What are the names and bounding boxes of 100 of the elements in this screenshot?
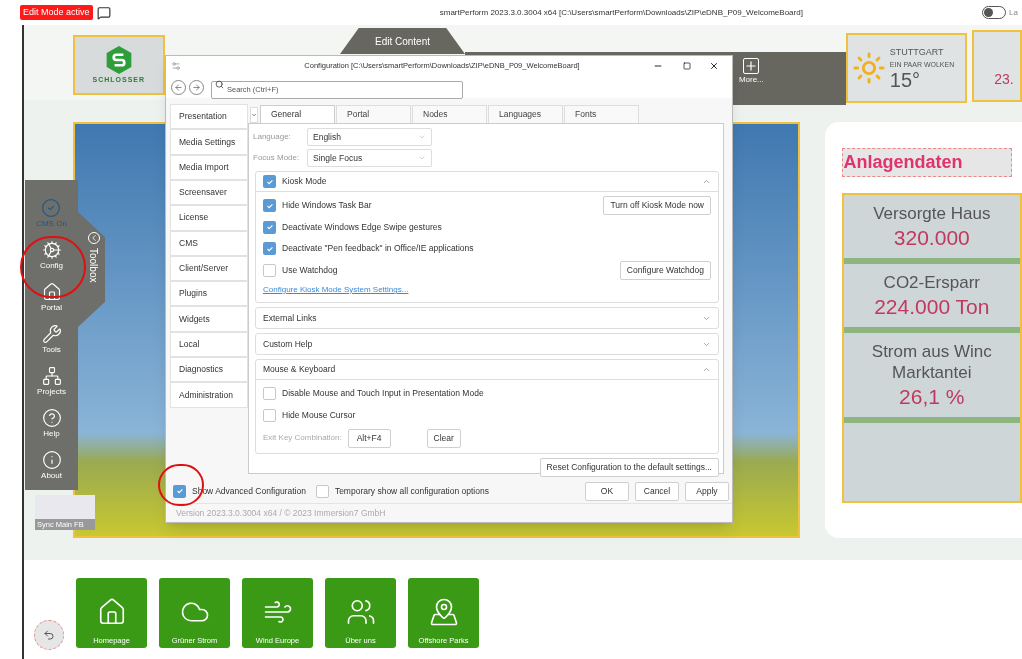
portal-icon <box>41 282 62 302</box>
nav-item[interactable]: License <box>170 205 248 231</box>
projects-icon <box>41 366 62 386</box>
more-button[interactable]: More... <box>738 58 764 105</box>
stat-label: CO2-Ersparr <box>883 272 980 293</box>
dialog-button[interactable]: Alt+F4 <box>347 428 391 448</box>
toggle-switch[interactable] <box>982 6 1007 19</box>
search-icon <box>215 79 224 89</box>
dropdown-icon[interactable] <box>250 107 258 123</box>
nav-item[interactable]: Screensaver <box>170 179 248 206</box>
dialog-button[interactable]: Turn off Kiosk Mode now <box>603 196 711 216</box>
stat-label: Strom aus Winc <box>871 341 992 362</box>
dialog-button[interactable]: Apply <box>685 481 729 501</box>
version-text: Version 2023.3.0.3004 x64 / © 2023 Immersion7 GmbH <box>176 506 386 520</box>
toolbox-item[interactable]: Config <box>39 240 64 276</box>
checkbox[interactable] <box>263 263 276 277</box>
toolbox-label: Toolbox <box>87 248 100 283</box>
chevron-down-icon <box>418 154 426 162</box>
tab[interactable]: Languages <box>488 105 563 123</box>
about-icon <box>41 450 62 470</box>
toolbox-item[interactable]: Tools <box>41 324 62 360</box>
checkbox[interactable] <box>263 242 276 256</box>
nav-item[interactable]: Administration <box>170 382 248 408</box>
nav-item[interactable]: CMS <box>170 230 248 256</box>
checkbox[interactable] <box>263 387 276 401</box>
dialog-button[interactable]: Cancel <box>635 481 679 501</box>
checkbox-label: Hide Windows Task Bar <box>282 199 373 213</box>
stat-value: 26,1 % <box>899 384 965 410</box>
field-label: Language: <box>253 131 292 143</box>
settings-icon <box>171 61 181 71</box>
checkbox-label: Hide Mouse Cursor <box>282 408 357 422</box>
stat-value: 224.000 Ton <box>874 294 990 320</box>
logo-icon <box>104 44 133 75</box>
toolbox-item[interactable]: About <box>41 450 62 486</box>
select-field[interactable]: Single Focus <box>307 149 432 167</box>
check-icon <box>175 487 184 496</box>
tab[interactable]: Fonts <box>564 105 639 123</box>
tile-icon <box>428 596 459 627</box>
nav-item[interactable]: Media Settings <box>170 129 248 155</box>
chevron-down-icon <box>418 133 426 141</box>
checkbox[interactable] <box>173 484 186 498</box>
weather-city: STUTTGART <box>889 46 945 59</box>
stat-label: Marktantei <box>892 362 972 383</box>
dialog-button[interactable]: Clear <box>426 428 461 448</box>
checkbox[interactable] <box>315 484 329 498</box>
checkbox-label: Deactivate "Pen feedback" in Office/IE applications <box>282 242 475 256</box>
toolbox-item[interactable]: Portal <box>41 282 62 318</box>
checkbox[interactable] <box>263 199 276 213</box>
checkbox[interactable] <box>263 220 276 234</box>
maximize-icon[interactable] <box>683 62 691 70</box>
dialog-button[interactable]: Configure Watchdog <box>619 260 711 280</box>
tab[interactable]: Nodes <box>412 105 487 123</box>
config-icon <box>41 240 62 260</box>
settings-link[interactable]: Configure Kiosk Mode System Settings... <box>263 281 711 299</box>
cms-icon <box>41 198 62 218</box>
dialog-button[interactable]: Reset Configuration to the default settings... <box>539 458 719 477</box>
toolbox-item[interactable]: Projects <box>37 366 66 402</box>
collapse-icon[interactable] <box>702 177 711 186</box>
check-icon <box>265 244 274 253</box>
checkbox[interactable] <box>263 408 276 422</box>
nav-item[interactable]: Plugins <box>170 281 248 307</box>
tab[interactable]: General <box>260 105 335 123</box>
section-title: Custom Help <box>263 337 314 351</box>
check-icon <box>265 201 274 210</box>
tools-icon <box>41 324 62 344</box>
return-icon <box>43 629 55 641</box>
back-button[interactable] <box>34 620 64 650</box>
dialog-button[interactable]: OK <box>585 481 629 501</box>
check-icon <box>265 177 274 186</box>
panel-title: Anlagendaten <box>841 148 1012 177</box>
stat-label: Versorgte Haus <box>873 203 991 224</box>
sun-icon <box>851 51 886 85</box>
help-icon <box>41 408 62 428</box>
close-icon[interactable] <box>709 61 719 71</box>
section-title: Mouse & Keyboard <box>263 363 337 376</box>
side-widget: 23. <box>972 30 1022 102</box>
edit-mode-badge: Edit Mode active <box>20 4 93 21</box>
tab[interactable]: Portal <box>336 105 411 123</box>
toolbox-item[interactable]: Help <box>41 408 62 444</box>
checkbox-label: Temporary show all configuration options <box>334 485 489 498</box>
plus-icon <box>743 58 760 74</box>
checkbox-label: Disable Mouse and Touch Input in Presentation Mode <box>282 387 485 401</box>
chat-icon[interactable] <box>96 5 111 20</box>
nav-item[interactable]: Client/Server <box>170 255 248 282</box>
nav-item[interactable]: Widgets <box>170 306 248 332</box>
nav-item[interactable]: Media Import <box>170 154 248 180</box>
checkbox-label: Use Watchdog <box>282 263 339 277</box>
field-label: Exit Key Combination: <box>263 432 342 444</box>
section-title: Kiosk Mode <box>282 175 328 188</box>
section-title: External Links <box>263 311 318 325</box>
select-field[interactable]: English <box>307 128 432 146</box>
nav-item[interactable]: Diagnostics <box>170 357 248 383</box>
edit-content-tab[interactable]: Edit Content <box>340 28 465 54</box>
checkbox[interactable] <box>263 175 276 188</box>
nav-item[interactable]: Local <box>170 331 248 357</box>
nav-item[interactable]: Presentation <box>170 104 248 130</box>
toggle-label: La <box>1009 6 1018 19</box>
field-label: Focus Mode: <box>253 152 301 164</box>
collapse-icon[interactable] <box>702 365 711 374</box>
checkbox-label: Deactivate Windows Edge Swipe gestures <box>282 220 443 234</box>
